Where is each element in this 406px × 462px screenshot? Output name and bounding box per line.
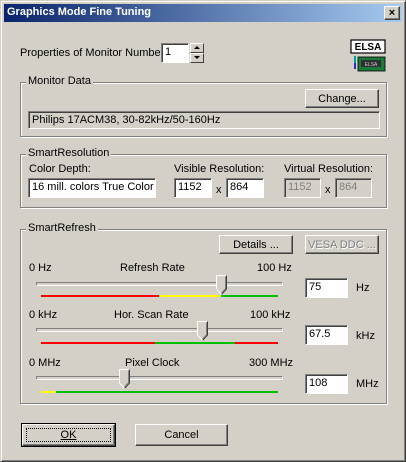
pixel-slider-thumb[interactable] [119,369,130,389]
pixel-slider-track[interactable] [36,376,283,380]
hscan-max-label: 100 kHz [250,309,291,321]
monitor-spin-down[interactable] [190,53,204,63]
elsa-logo: ELSA ELSA [349,39,389,78]
hscan-title-label: Hor. Scan Rate [114,309,189,321]
monitor-number-label: Properties of Monitor Number: [20,47,168,59]
title-bar[interactable]: Graphics Mode Fine Tuning × [4,4,402,22]
hscan-min-label: 0 kHz [29,309,58,321]
virtual-resolution-label: Virtual Resolution: [284,163,374,175]
elsa-chip-text: ELSA [365,62,378,68]
refresh-max-label: 100 Hz [257,262,292,274]
refresh-slider-track[interactable] [36,282,283,286]
hscan-slider-track[interactable] [36,328,283,332]
hscan-slider-thumb[interactable] [197,321,208,341]
window-title: Graphics Mode Fine Tuning [7,6,152,18]
refresh-min-label: 0 Hz [29,262,52,274]
hscan-band-red [41,342,155,344]
virtual-height-field: 864 [335,178,372,198]
refresh-value-field[interactable]: 75 [305,278,348,298]
virtual-width-field: 1152 [284,178,321,198]
monitor-data-title: Monitor Data [26,75,93,87]
elsa-logo-text: ELSA [355,42,382,53]
hscan-band-green [155,342,235,344]
pixel-max-label: 300 MHz [249,357,294,369]
monitor-spin-up[interactable] [190,43,204,53]
visible-x-sep: x [216,184,222,196]
pixel-min-label: 0 MHz [29,357,61,369]
smart-refresh-title: SmartRefresh [26,222,98,234]
ok-focus-ring [26,428,111,442]
pixel-title-label: Pixel Clock [125,357,180,369]
virtual-x-sep: x [325,184,331,196]
close-button[interactable]: × [384,6,400,20]
hscan-band-red-2 [235,342,278,344]
details-button[interactable]: Details ... [219,235,293,254]
hscan-value-field[interactable]: 67.5 [305,325,348,345]
change-button[interactable]: Change... [305,89,379,108]
pixel-unit: MHz [356,378,379,390]
refresh-title-label: Refresh Rate [120,262,185,274]
pixel-band-yellow [41,391,56,393]
dialog-window: Graphics Mode Fine Tuning × Properties o… [0,0,406,462]
pixel-band-green [56,391,278,393]
color-depth-select[interactable]: 16 mill. colors True Color [28,178,156,198]
cancel-button[interactable]: Cancel [135,424,228,446]
hscan-unit: kHz [356,330,375,342]
visible-height-field[interactable]: 864 [226,178,264,198]
refresh-slider-thumb[interactable] [216,275,227,295]
monitor-description: Philips 17ACM38, 30-82kHz/50-160Hz [28,111,380,129]
visible-width-field[interactable]: 1152 [174,178,212,198]
refresh-unit: Hz [356,282,370,294]
refresh-band-green [221,295,278,297]
refresh-band-yellow [159,295,221,297]
vesa-ddc-button: VESA DDC ... [305,235,379,254]
visible-resolution-label: Visible Resolution: [174,163,265,175]
monitor-number-field[interactable]: 1 [161,43,189,63]
color-depth-label: Color Depth: [29,163,91,175]
pixel-value-field[interactable]: 108 [305,374,348,394]
smart-resolution-title: SmartResolution [26,147,112,159]
refresh-band-red [41,295,159,297]
